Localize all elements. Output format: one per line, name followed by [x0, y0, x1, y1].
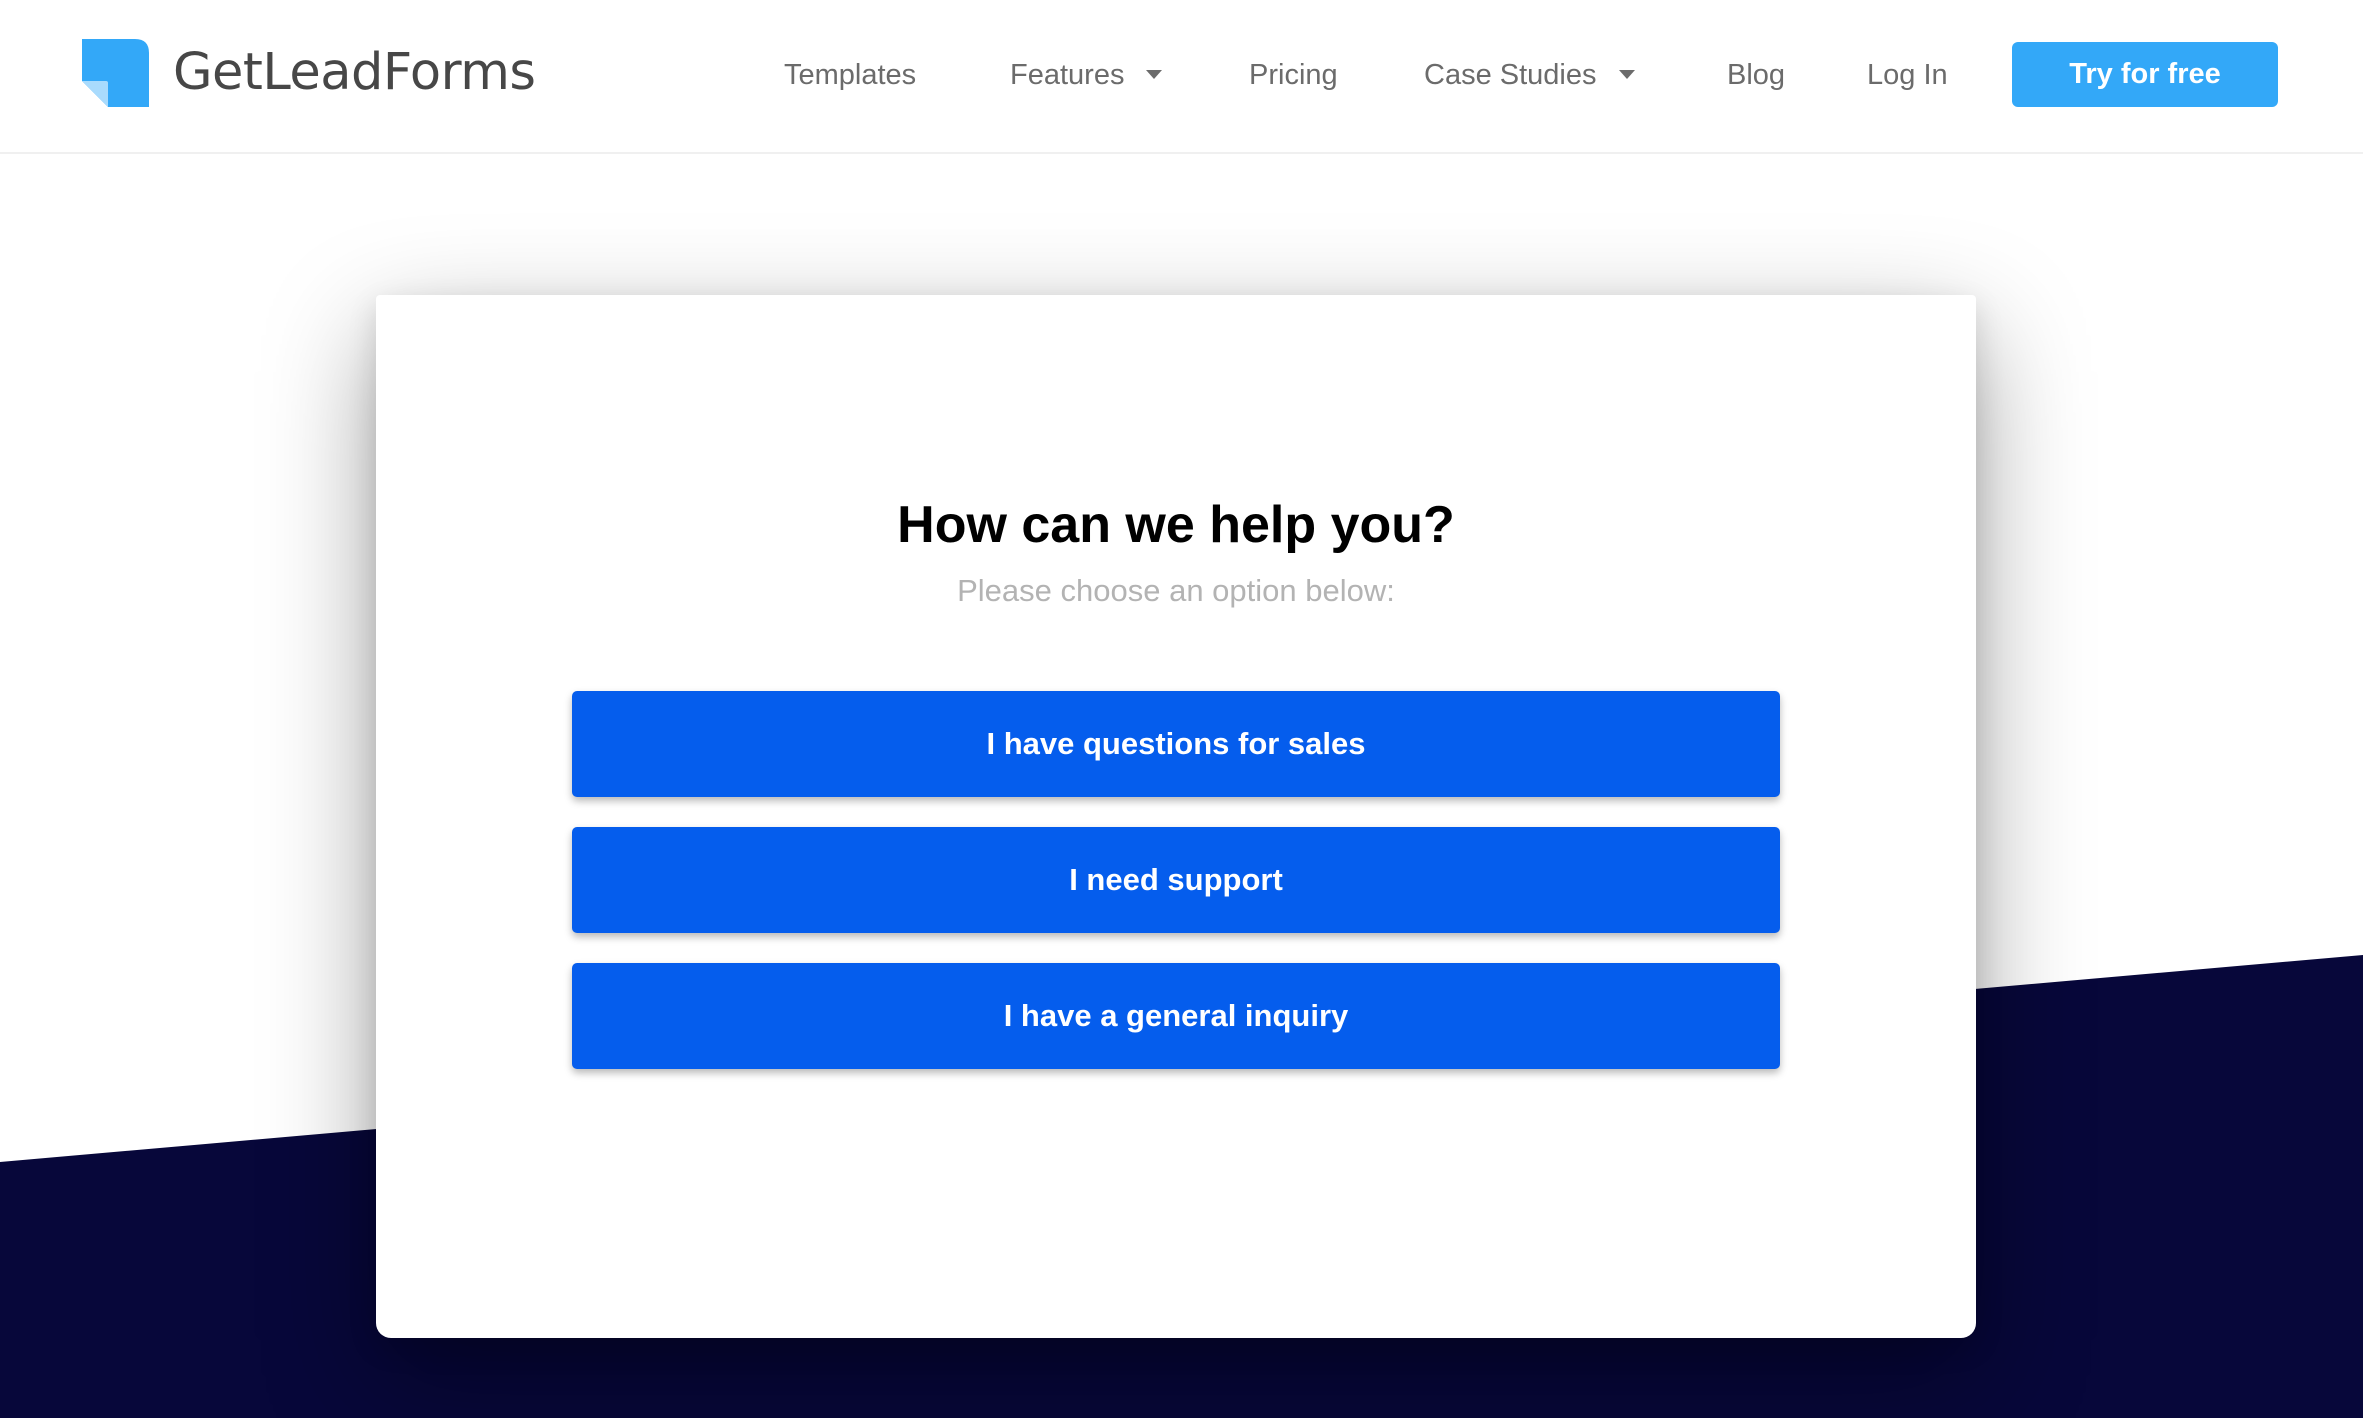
nav-blog[interactable]: Blog [1727, 52, 1785, 98]
nav-templates-label: Templates [784, 59, 917, 91]
form-subtitle: Please choose an option below: [957, 573, 1395, 608]
nav-blog-label: Blog [1727, 59, 1786, 91]
chevron-down-icon [1618, 69, 1635, 79]
nav-case-studies[interactable]: Case Studies [1424, 52, 1635, 98]
nav-templates[interactable]: Templates [784, 52, 916, 98]
option-sales-button[interactable]: I have questions for sales [572, 691, 1780, 797]
nav-log-in-label: Log In [1867, 59, 1948, 91]
nav-features-label: Features [1010, 59, 1125, 91]
help-form-card: How can we help you? Please choose an op… [376, 295, 1976, 1338]
nav-log-in[interactable]: Log In [1867, 52, 1948, 98]
nav-case-studies-label: Case Studies [1424, 59, 1597, 91]
try-for-free-button[interactable]: Try for free [2012, 42, 2278, 107]
option-general-inquiry-button[interactable]: I have a general inquiry [572, 963, 1780, 1069]
chevron-down-icon [1146, 69, 1163, 79]
form-title: How can we help you? [897, 496, 1455, 554]
option-support-button[interactable]: I need support [572, 827, 1780, 933]
folded-page-icon [82, 39, 149, 107]
logo-wordmark: GetLeadForms [173, 43, 536, 102]
nav-pricing[interactable]: Pricing [1249, 52, 1338, 98]
nav-pricing-label: Pricing [1249, 59, 1338, 91]
nav-features[interactable]: Features [1010, 52, 1163, 98]
site-header: GetLeadForms Templates Features Pricing … [0, 0, 2363, 154]
